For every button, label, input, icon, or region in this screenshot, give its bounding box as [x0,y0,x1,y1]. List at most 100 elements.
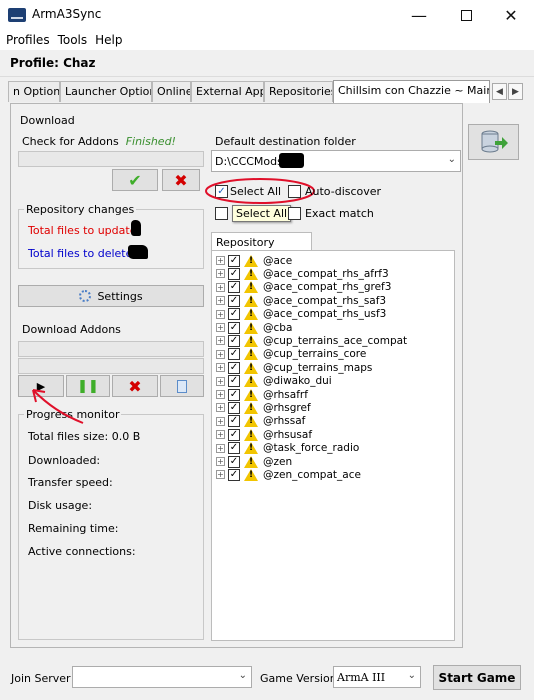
tree-item[interactable]: +✓@rhssaf [216,415,305,428]
tree-item[interactable]: +✓@diwako_dui [216,375,332,388]
download-progress-bar-2 [18,358,204,374]
tab-scroll-right-icon[interactable]: ▶ [508,83,523,100]
checkbox-icon[interactable]: ✓ [228,401,240,414]
repository-tree: +✓@ace +✓@ace_compat_rhs_afrf3 +✓@ace_co… [211,250,455,641]
warning-icon [244,294,258,307]
auto-discover-label: Auto-discover [305,185,382,198]
tree-item[interactable]: +✓@zen_compat_ace [216,468,361,481]
menu-profiles[interactable]: Profiles [6,33,50,47]
maximize-icon[interactable] [443,0,489,30]
tree-item[interactable]: +✓@task_force_radio [216,442,359,455]
warning-icon [244,321,258,334]
checkbox-icon[interactable]: ✓ [228,308,240,321]
tree-item[interactable]: +✓@ace_compat_rhs_gref3 [216,281,391,294]
redacted-mark [279,153,304,168]
tree-item[interactable]: +✓@ace_compat_rhs_afrf3 [216,267,389,280]
tree-item[interactable]: +✓@zen [216,455,292,468]
remaining-time-label: Remaining time: [28,522,119,535]
expand-icon: + [216,376,225,386]
tree-item[interactable]: +✓@cup_terrains_maps [216,361,372,374]
tree-item[interactable]: +✓@ace [216,254,292,267]
checkmark-icon: ✔ [128,170,142,190]
warning-icon [244,401,258,414]
checkbox-icon[interactable]: ✓ [228,348,240,361]
tab-repository-content[interactable]: Repository content [211,232,312,262]
sync-repository-button[interactable] [468,124,519,160]
checkbox-icon[interactable]: ✓ [228,281,240,294]
unnamed-checkbox[interactable] [215,207,228,220]
tab-repository-main[interactable]: Chillsim con Chazzie ~ Main✕ [333,80,490,103]
tab-online[interactable]: Online [152,81,191,102]
expand-icon: + [216,323,225,332]
total-update-label: Total files to update: [28,224,141,237]
tree-item[interactable]: +✓@rhsgref [216,401,311,414]
warning-icon [244,388,258,401]
check-status: Finished! [125,135,176,148]
loading-icon [79,290,92,302]
check-progress-bar [18,151,204,167]
checkbox-icon[interactable]: ✓ [228,321,240,334]
checkbox-icon[interactable]: ✓ [228,361,240,374]
exact-match-checkbox[interactable] [288,207,301,220]
menu-help[interactable]: Help [95,33,122,47]
warning-icon [244,348,258,361]
menu-tools[interactable]: Tools [58,33,88,47]
tree-item[interactable]: +✓@ace_compat_rhs_usf3 [216,308,386,321]
tree-item[interactable]: +✓@rhsusaf [216,428,312,441]
tree-item[interactable]: +✓@cup_terrains_core [216,348,366,361]
settings-button[interactable]: Settings [18,285,204,307]
report-button[interactable] [160,375,204,397]
game-version-select[interactable]: ArmA III ⌄ [333,666,421,688]
tab-external-apps[interactable]: External Apps [191,81,264,102]
tree-item[interactable]: +✓@rhsafrf [216,388,308,401]
expand-icon: + [216,403,225,413]
auto-discover-checkbox[interactable] [288,185,301,198]
checkbox-icon[interactable]: ✓ [228,388,240,401]
app-logo-icon [8,8,26,22]
cancel-check-button[interactable]: ✖ [162,169,200,191]
exact-match-label: Exact match [305,207,374,220]
start-game-button[interactable]: Start Game [433,665,521,690]
tab-launcher-options[interactable]: Launcher Options [60,81,152,102]
select-all-tooltip: Select All [232,205,292,222]
join-server-select[interactable]: ⌄ [72,666,252,688]
download-title: Download [18,114,77,127]
tree-item[interactable]: +✓@cba [216,321,292,334]
disk-usage-label: Disk usage: [28,499,93,512]
checkbox-icon[interactable]: ✓ [228,294,240,307]
checkbox-icon[interactable]: ✓ [228,455,240,468]
expand-icon: + [216,470,225,480]
check-addons-label: Check for Addons Finished! [22,135,176,148]
tab-options[interactable]: n Options [8,81,60,102]
checkbox-icon[interactable]: ✓ [228,442,240,455]
expand-icon: + [216,457,225,466]
check-button[interactable]: ✔ [112,169,158,191]
document-icon [177,379,187,393]
checkbox-icon[interactable]: ✓ [228,375,240,388]
tree-item[interactable]: +✓@ace_compat_rhs_saf3 [216,294,386,307]
checkbox-icon[interactable]: ✓ [228,267,240,280]
warning-icon [244,375,258,388]
database-arrow-icon [481,130,508,153]
destination-select[interactable]: D:\CCCMods\ ⌄ [211,150,461,172]
warning-icon [244,281,258,294]
tree-item[interactable]: +✓@cup_terrains_ace_compat [216,334,407,347]
expand-icon: + [216,349,225,359]
close-icon[interactable]: ✕ [488,0,534,30]
checkbox-icon[interactable]: ✓ [228,415,240,428]
checkbox-icon[interactable]: ✓ [228,254,240,267]
checkbox-icon[interactable]: ✓ [228,468,240,481]
repo-changes-title: Repository changes [24,203,137,216]
expand-icon: + [216,256,225,265]
destination-label: Default destination folder [215,135,356,148]
minimize-icon[interactable]: — [396,0,442,30]
tab-scroll-left-icon[interactable]: ◀ [492,83,507,100]
game-version-label: Game Version [260,672,337,685]
tab-repositories[interactable]: Repositories [264,81,333,102]
expand-icon: + [216,416,225,426]
checkbox-icon[interactable]: ✓ [228,334,240,347]
tab-strip: n Options Launcher Options Online Extern… [0,80,534,103]
checkbox-icon[interactable]: ✓ [228,428,240,441]
total-size-label: Total files size: 0.0 B [28,430,141,443]
cancel-download-button[interactable]: ✖ [112,375,158,397]
